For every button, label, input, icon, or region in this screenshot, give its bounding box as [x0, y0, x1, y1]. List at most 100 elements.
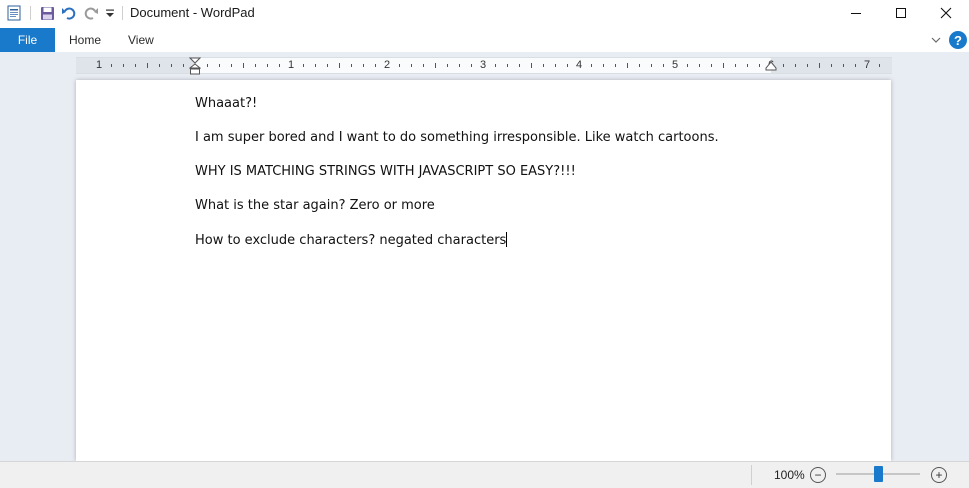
status-bar: 100% − +: [0, 461, 969, 488]
ruler-tick: [183, 64, 184, 67]
ruler-tick: [699, 64, 700, 67]
minimize-button[interactable]: [833, 0, 879, 26]
document-paragraph-text: How to exclude characters? negated chara…: [195, 233, 507, 248]
ruler-tick: [111, 64, 112, 67]
ruler-tick: [255, 64, 256, 67]
ruler-tick: [711, 64, 712, 67]
ruler-tick: [267, 64, 268, 67]
document-paragraph: WHY IS MATCHING STRINGS WITH JAVASCRIPT …: [195, 164, 576, 179]
ruler-tick: [591, 64, 592, 67]
ruler-number: 1: [287, 59, 295, 71]
title-bar: Document - WordPad: [0, 0, 969, 26]
ruler-tick: [819, 63, 820, 68]
ruler-tick: [303, 64, 304, 67]
zoom-slider-thumb[interactable]: [873, 466, 883, 482]
ruler-tick: [123, 64, 124, 67]
ruler-tick: [855, 64, 856, 67]
ruler-tick: [531, 63, 532, 68]
document-paragraph: I am super bored and I want to do someth…: [195, 130, 719, 145]
ruler-tick: [795, 64, 796, 67]
ruler-tick: [843, 64, 844, 67]
ruler-tick: [663, 64, 664, 67]
ruler-tick: [567, 64, 568, 67]
document-paragraph: Whaaat?!: [195, 96, 258, 111]
ruler-tick: [351, 64, 352, 67]
undo-icon[interactable]: [60, 4, 78, 22]
ruler-tick: [759, 64, 760, 67]
ruler-tick: [339, 63, 340, 68]
ruler-number: 3: [479, 59, 487, 71]
tab-file[interactable]: File: [0, 28, 55, 52]
ruler-tick: [807, 64, 808, 67]
ruler-tick: [471, 64, 472, 67]
document-workspace: 1 1 2 3 4 5 6 7 Whaaat?! I am super bore…: [0, 52, 969, 461]
status-separator: [751, 465, 752, 485]
ruler-tick: [627, 63, 628, 68]
ruler-tick: [243, 63, 244, 68]
tab-view[interactable]: View: [128, 28, 154, 52]
wordpad-app-icon[interactable]: [5, 4, 23, 22]
qat-separator: [30, 6, 31, 20]
ruler-tick: [495, 64, 496, 67]
ruler-tick: [279, 64, 280, 67]
ruler-tick: [363, 64, 364, 67]
ruler-tick: [507, 64, 508, 67]
ruler-tick: [435, 63, 436, 68]
ruler-tick: [315, 64, 316, 67]
ruler-tick: [411, 64, 412, 67]
redo-icon[interactable]: [82, 4, 100, 22]
text-caret: [506, 232, 508, 247]
ruler-tick: [219, 64, 220, 67]
ruler[interactable]: 1 1 2 3 4 5 6 7: [76, 57, 892, 75]
ruler-tick: [615, 64, 616, 67]
ruler-tick: [159, 64, 160, 67]
zoom-out-button[interactable]: −: [810, 467, 826, 483]
document-paragraph: What is the star again? Zero or more: [195, 198, 435, 213]
window-title: Document - WordPad: [130, 5, 255, 20]
right-indent-marker-icon[interactable]: [765, 61, 777, 71]
zoom-in-button[interactable]: +: [931, 467, 947, 483]
ruler-tick: [171, 64, 172, 67]
ruler-tick: [555, 64, 556, 67]
save-icon[interactable]: [38, 4, 56, 22]
qat-separator: [122, 6, 123, 20]
ruler-tick: [687, 64, 688, 67]
ruler-tick: [147, 63, 148, 68]
ruler-tick: [207, 64, 208, 67]
maximize-button[interactable]: [878, 0, 924, 26]
ruler-tick: [603, 64, 604, 67]
indent-marker-icon[interactable]: [189, 57, 201, 75]
ruler-tick: [447, 64, 448, 67]
ruler-tick: [735, 64, 736, 67]
ruler-tick: [639, 64, 640, 67]
ruler-number: 1: [95, 59, 103, 71]
help-button[interactable]: ?: [949, 31, 967, 49]
ruler-tick: [747, 64, 748, 67]
document-paragraph-current: How to exclude characters? negated chara…: [195, 232, 508, 248]
ruler-tick: [783, 64, 784, 67]
ruler-tick: [423, 64, 424, 67]
ruler-number: 7: [863, 59, 871, 71]
ruler-tick: [231, 64, 232, 67]
ruler-tick: [651, 64, 652, 67]
ruler-tick: [879, 64, 880, 67]
ruler-tick: [723, 63, 724, 68]
ruler-number: 2: [383, 59, 391, 71]
ruler-tick: [327, 64, 328, 67]
ruler-tick: [543, 64, 544, 67]
tab-home[interactable]: Home: [69, 28, 101, 52]
document-page[interactable]: Whaaat?! I am super bored and I want to …: [76, 80, 891, 461]
close-button[interactable]: [923, 0, 969, 26]
ruler-number: 5: [671, 59, 679, 71]
zoom-level[interactable]: 100%: [774, 468, 805, 482]
ruler-tick: [519, 64, 520, 67]
ruler-tick: [375, 64, 376, 67]
customize-qat-icon[interactable]: [101, 4, 119, 22]
ribbon-tabs: File Home View ?: [0, 28, 969, 52]
ruler-tick: [459, 64, 460, 67]
ruler-number: 4: [575, 59, 583, 71]
ruler-tick: [135, 64, 136, 67]
ribbon-collapse-icon[interactable]: [929, 33, 943, 47]
ruler-tick: [399, 64, 400, 67]
ruler-tick: [831, 64, 832, 67]
